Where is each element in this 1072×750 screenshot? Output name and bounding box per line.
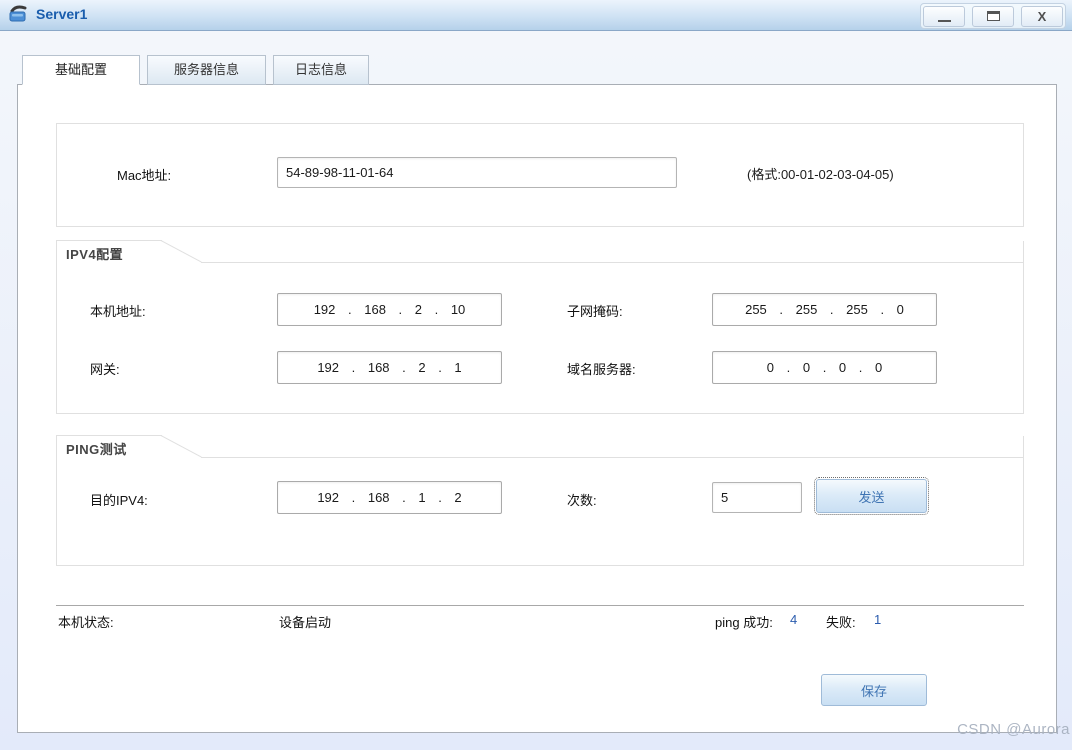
window-controls: X (920, 3, 1066, 29)
subnet-mask-label: 子网掩码: (567, 301, 623, 320)
groupbox-border (201, 262, 1024, 263)
ping-fail-label: 失败: (826, 612, 856, 631)
mac-label: Mac地址: (117, 165, 171, 184)
ping-section-title: PING测试 (66, 439, 127, 458)
maximize-button[interactable] (972, 6, 1014, 27)
groupbox-border (161, 435, 202, 457)
send-button[interactable]: 发送 (816, 479, 927, 513)
minimize-icon (938, 20, 951, 22)
mac-input[interactable] (277, 157, 677, 188)
ping-fail-value: 1 (874, 612, 881, 627)
groupbox-border (161, 240, 202, 262)
groupbox-border (56, 435, 162, 436)
dns-server-input[interactable]: 0 . 0 . 0 . 0 (712, 351, 937, 384)
tab-log-info[interactable]: 日志信息 (273, 55, 369, 85)
tab-label: 日志信息 (295, 62, 347, 77)
ping-success-value: 4 (790, 612, 797, 627)
mac-format-hint: (格式:00-01-02-03-04-05) (747, 164, 894, 183)
close-button[interactable]: X (1021, 6, 1063, 27)
host-status-label: 本机状态: (58, 612, 114, 631)
server-icon (8, 4, 30, 26)
tab-basic-config[interactable]: 基础配置 (22, 55, 140, 85)
ping-count-label: 次数: (567, 490, 597, 509)
tab-label: 基础配置 (55, 62, 107, 77)
subnet-mask-input[interactable]: 255 . 255 . 255 . 0 (712, 293, 937, 326)
close-icon: X (1038, 9, 1047, 24)
gateway-label: 网关: (90, 359, 120, 378)
dns-server-label: 域名服务器: (567, 359, 636, 378)
gateway-input[interactable]: 192 . 168 . 2 . 1 (277, 351, 502, 384)
maximize-icon (987, 11, 1000, 21)
ipv4-groupbox: IPV4配置 本机地址: 192 . 168 . 2 . 10 子网掩码: 25… (56, 241, 1024, 414)
ping-dest-input[interactable]: 192 . 168 . 1 . 2 (277, 481, 502, 514)
groupbox-border (56, 240, 162, 241)
host-address-input[interactable]: 192 . 168 . 2 . 10 (277, 293, 502, 326)
tab-label: 服务器信息 (174, 62, 239, 77)
ping-count-input[interactable] (712, 482, 802, 513)
ping-success-label: ping 成功: (715, 612, 773, 631)
basic-config-panel: Mac地址: (格式:00-01-02-03-04-05) IPV4配置 本机地… (17, 84, 1057, 733)
groupbox-border (201, 457, 1024, 458)
watermark: CSDN @Aurora (957, 721, 1070, 738)
ipv4-section-title: IPV4配置 (66, 244, 123, 263)
window-title: Server1 (36, 6, 87, 22)
minimize-button[interactable] (923, 6, 965, 27)
ping-groupbox: PING测试 目的IPV4: 192 . 168 . 1 . 2 次数: 发送 (56, 436, 1024, 566)
mac-groupbox: Mac地址: (格式:00-01-02-03-04-05) (56, 123, 1024, 227)
save-button[interactable]: 保存 (821, 674, 927, 706)
host-address-label: 本机地址: (90, 301, 146, 320)
tab-server-info[interactable]: 服务器信息 (147, 55, 266, 85)
titlebar: Server1 X (0, 0, 1072, 31)
status-separator (56, 605, 1024, 606)
ping-dest-label: 目的IPV4: (90, 490, 148, 509)
tab-bar: 基础配置 服务器信息 日志信息 (22, 55, 369, 85)
host-status-value: 设备启动 (279, 612, 331, 631)
